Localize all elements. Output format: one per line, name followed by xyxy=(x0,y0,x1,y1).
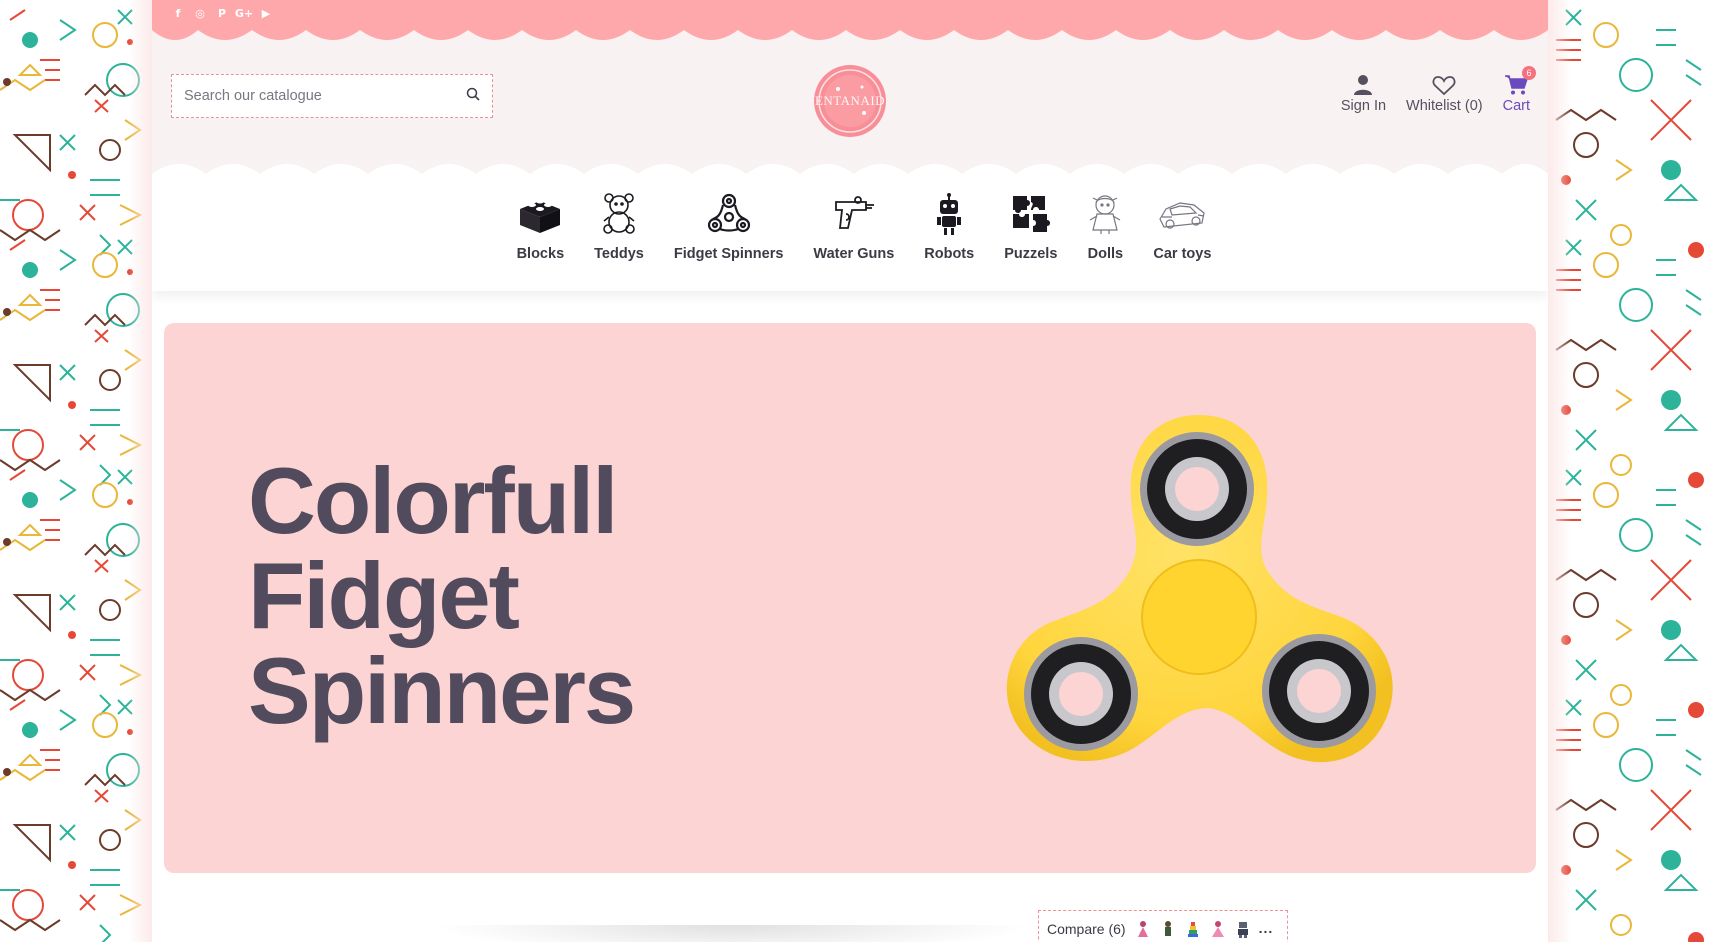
compare-thumb-figure-icon[interactable] xyxy=(1159,919,1177,939)
category-label: Robots xyxy=(924,246,975,262)
cart-label: Cart xyxy=(1502,98,1530,114)
site-logo[interactable]: ENTANAID xyxy=(812,63,888,139)
compare-thumbnails: ... xyxy=(1134,919,1274,939)
water-gun-icon xyxy=(832,190,876,238)
user-icon xyxy=(1353,70,1373,96)
category-car-toys[interactable]: Car toys xyxy=(1153,185,1211,291)
cart-link[interactable]: 6 Cart xyxy=(1502,66,1536,114)
header: ENTANAID Sign In Whitelist (0) 6 Ca xyxy=(152,30,1548,180)
category-label: Teddys xyxy=(594,246,644,262)
social-links: f ◎ P G+ ▶ xyxy=(172,6,272,20)
wishlist-link[interactable]: Whitelist (0) xyxy=(1406,70,1483,114)
hero-title-line: Spinners xyxy=(248,638,636,743)
fidget-spinner-image xyxy=(1006,415,1393,763)
category-robots[interactable]: Robots xyxy=(924,185,974,291)
fidget-spinner-icon xyxy=(707,190,751,238)
hero-title: Colorfull Fidget Spinners xyxy=(248,453,768,738)
compare-label[interactable]: Compare (6) xyxy=(1047,921,1126,937)
social-top-bar: f ◎ P G+ ▶ xyxy=(152,0,1548,46)
search-box[interactable] xyxy=(171,74,493,118)
top-wave-shape xyxy=(152,0,1548,40)
cart-count-badge: 6 xyxy=(1522,66,1536,80)
teddy-bear-icon xyxy=(601,190,637,238)
section-shadow xyxy=(432,925,1032,942)
compare-bar[interactable]: Compare (6) ... xyxy=(1038,910,1288,942)
doll-icon xyxy=(1087,190,1123,238)
account-nav: Sign In Whitelist (0) 6 Cart xyxy=(1341,66,1536,114)
category-nav: Blocks Teddys Fidget Spinners Water Guns… xyxy=(152,185,1548,291)
puzzle-icon xyxy=(1011,190,1051,238)
category-water-guns[interactable]: Water Guns xyxy=(813,185,894,291)
compare-thumb-doll2-icon[interactable] xyxy=(1209,919,1227,939)
hero-banner[interactable]: Colorfull Fidget Spinners xyxy=(164,323,1536,873)
hero-title-line: Colorfull xyxy=(248,448,618,553)
pinterest-icon[interactable]: P xyxy=(216,6,228,20)
youtube-icon[interactable]: ▶ xyxy=(260,6,272,20)
category-fidget-spinners[interactable]: Fidget Spinners xyxy=(673,185,784,291)
category-dolls[interactable]: Dolls xyxy=(1087,185,1123,291)
compare-more-icon[interactable]: ... xyxy=(1259,920,1274,936)
compare-thumb-stacker-icon[interactable] xyxy=(1184,919,1202,939)
category-label: Dolls xyxy=(1087,246,1124,262)
blocks-icon xyxy=(518,190,562,238)
right-decorative-pattern xyxy=(1548,0,1715,942)
category-puzzels[interactable]: Puzzels xyxy=(1004,185,1057,291)
category-label: Puzzels xyxy=(1004,246,1058,262)
category-teddys[interactable]: Teddys xyxy=(594,185,644,291)
category-label: Blocks xyxy=(516,246,565,262)
compare-thumb-robot-icon[interactable] xyxy=(1234,919,1252,939)
hero-title-line: Fidget xyxy=(248,543,520,648)
sign-in-label: Sign In xyxy=(1340,98,1387,114)
car-icon xyxy=(1158,190,1206,238)
search-icon[interactable] xyxy=(466,87,480,106)
search-input[interactable] xyxy=(184,88,444,104)
google-plus-icon[interactable]: G+ xyxy=(235,6,253,20)
category-label: Car toys xyxy=(1153,246,1212,262)
main-page: ENTANAID Sign In Whitelist (0) 6 Ca xyxy=(152,0,1548,942)
pattern-graphic xyxy=(1555,9,1705,942)
facebook-icon[interactable]: f xyxy=(172,6,184,20)
sign-in-link[interactable]: Sign In xyxy=(1341,70,1386,114)
category-label: Water Guns xyxy=(813,246,895,262)
category-blocks[interactable]: Blocks xyxy=(516,185,565,291)
category-label: Fidget Spinners xyxy=(673,246,784,262)
logo-text: ENTANAID xyxy=(814,93,886,108)
instagram-icon[interactable]: ◎ xyxy=(194,6,206,20)
heart-icon xyxy=(1432,70,1456,96)
wishlist-label: Whitelist (0) xyxy=(1406,98,1483,114)
compare-thumb-doll-icon[interactable] xyxy=(1134,919,1152,939)
left-decorative-pattern xyxy=(0,0,152,942)
robot-icon xyxy=(936,190,962,238)
